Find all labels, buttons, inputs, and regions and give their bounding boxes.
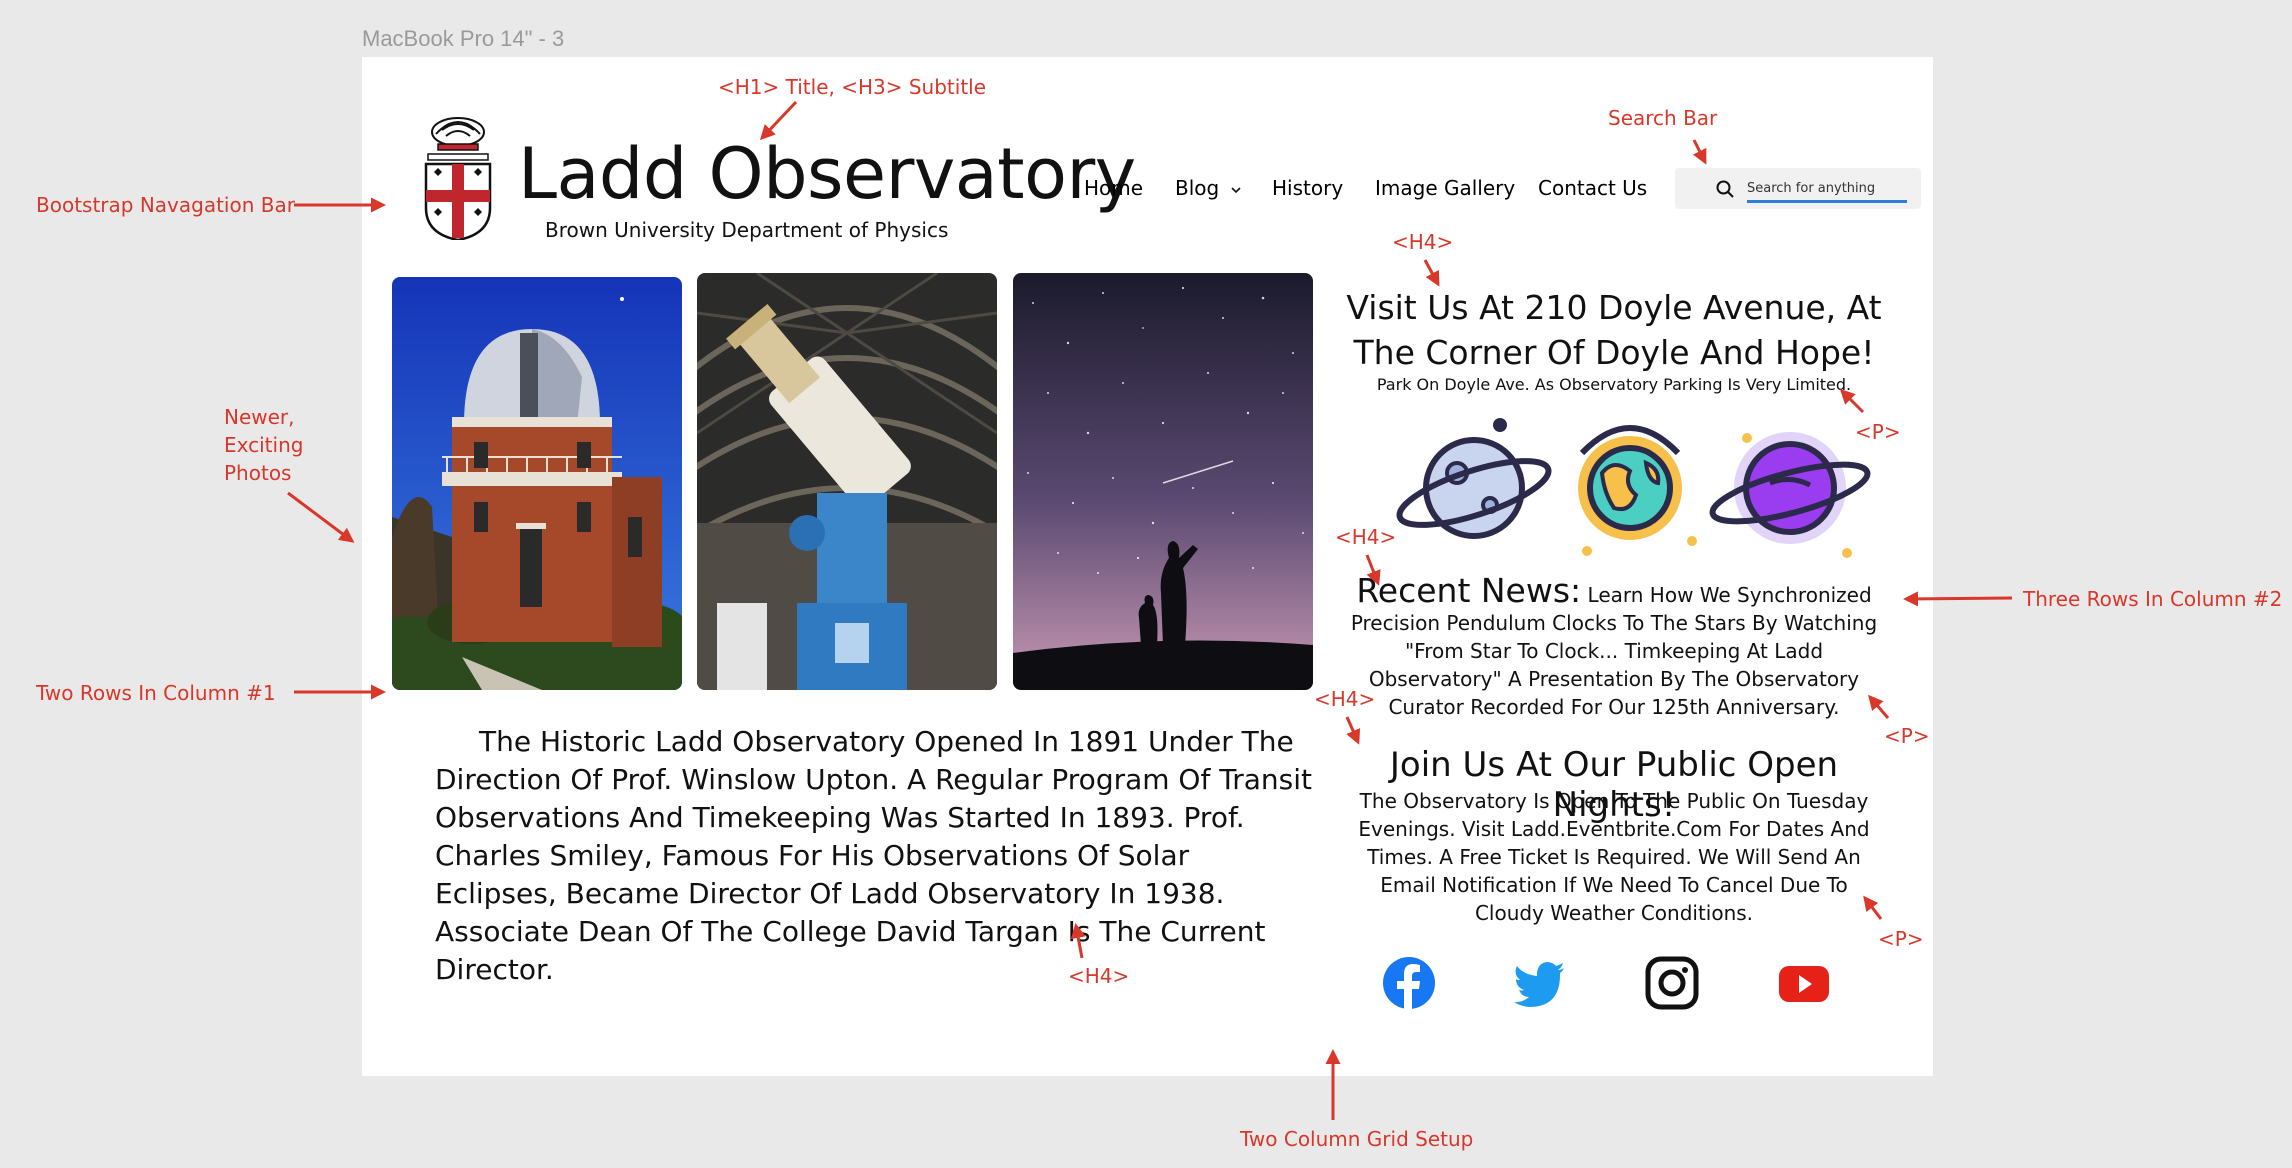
annotation-h4-visit: <H4> bbox=[1392, 230, 1454, 254]
annotation-p-news: <P> bbox=[1884, 724, 1930, 748]
open-nights-paragraph: The Observatory Is Open To The Public On… bbox=[1358, 789, 1870, 925]
youtube-icon[interactable] bbox=[1776, 955, 1832, 1011]
visit-paragraph: Park On Doyle Ave. As Observatory Parkin… bbox=[1376, 375, 1852, 394]
annotation-two-rows: Two Rows In Column #1 bbox=[36, 681, 276, 705]
annotation-title: <H1> Title, <H3> Subtitle bbox=[718, 75, 987, 99]
facebook-icon[interactable] bbox=[1381, 955, 1437, 1011]
history-paragraph: The Historic Ladd Observatory Opened In … bbox=[435, 725, 1312, 986]
frame-label: MacBook Pro 14" - 3 bbox=[362, 26, 565, 51]
search-bar bbox=[1675, 168, 1921, 209]
annotation-photos-line3: Photos bbox=[224, 461, 292, 485]
annotation-search: Search Bar bbox=[1608, 106, 1718, 130]
planet-moon-icon bbox=[1396, 418, 1552, 539]
annotation-p-open: <P> bbox=[1878, 927, 1924, 951]
search-icon[interactable] bbox=[1715, 179, 1735, 199]
nav-item-image-gallery[interactable]: Image Gallery bbox=[1375, 176, 1515, 200]
search-input[interactable] bbox=[1747, 176, 1907, 203]
nav-item-blog[interactable]: Blog bbox=[1175, 176, 1242, 200]
planet-illustrations bbox=[1396, 418, 1871, 558]
planet-saturn-icon bbox=[1709, 432, 1871, 558]
annotation-h4-news: <H4> bbox=[1335, 525, 1397, 549]
nav-item-home[interactable]: Home bbox=[1084, 176, 1143, 200]
annotation-three-rows: Three Rows In Column #2 bbox=[2023, 587, 2283, 611]
page-frame: Ladd Observatory Brown University Depart… bbox=[362, 57, 1933, 1076]
instagram-icon[interactable] bbox=[1644, 955, 1700, 1011]
photo-night-sky bbox=[1013, 273, 1313, 690]
page-subtitle: Brown University Department of Physics bbox=[545, 218, 949, 242]
annotation-h4-open: <H4> bbox=[1314, 687, 1376, 711]
photo-telescope bbox=[697, 273, 997, 690]
photo-observatory-building bbox=[392, 277, 682, 690]
annotation-p-visit: <P> bbox=[1855, 420, 1901, 444]
twitter-icon[interactable] bbox=[1512, 955, 1568, 1011]
annotation-grid: Two Column Grid Setup bbox=[1240, 1127, 1474, 1151]
chevron-down-icon bbox=[1231, 186, 1241, 193]
annotation-navbar: Bootstrap Navagation Bar bbox=[36, 193, 295, 217]
news-block: Recent News: Learn How We Synchronized P… bbox=[1344, 574, 1884, 721]
annotation-photos-line2: Exciting bbox=[224, 433, 304, 457]
page-title: Ladd Observatory bbox=[518, 133, 1136, 215]
nav-item-history[interactable]: History bbox=[1272, 176, 1343, 200]
brown-university-logo bbox=[424, 117, 492, 240]
planet-earth-icon bbox=[1578, 425, 1697, 556]
annotation-photos-line1: Newer, bbox=[224, 405, 295, 429]
nav-item-blog-label: Blog bbox=[1175, 176, 1220, 200]
news-heading: Recent News: bbox=[1356, 571, 1582, 610]
nav-item-contact-us[interactable]: Contact Us bbox=[1538, 176, 1647, 200]
annotation-h4-history: <H4> bbox=[1068, 964, 1130, 988]
visit-heading: Visit Us At 210 Doyle Avenue, At The Cor… bbox=[1346, 288, 1882, 372]
